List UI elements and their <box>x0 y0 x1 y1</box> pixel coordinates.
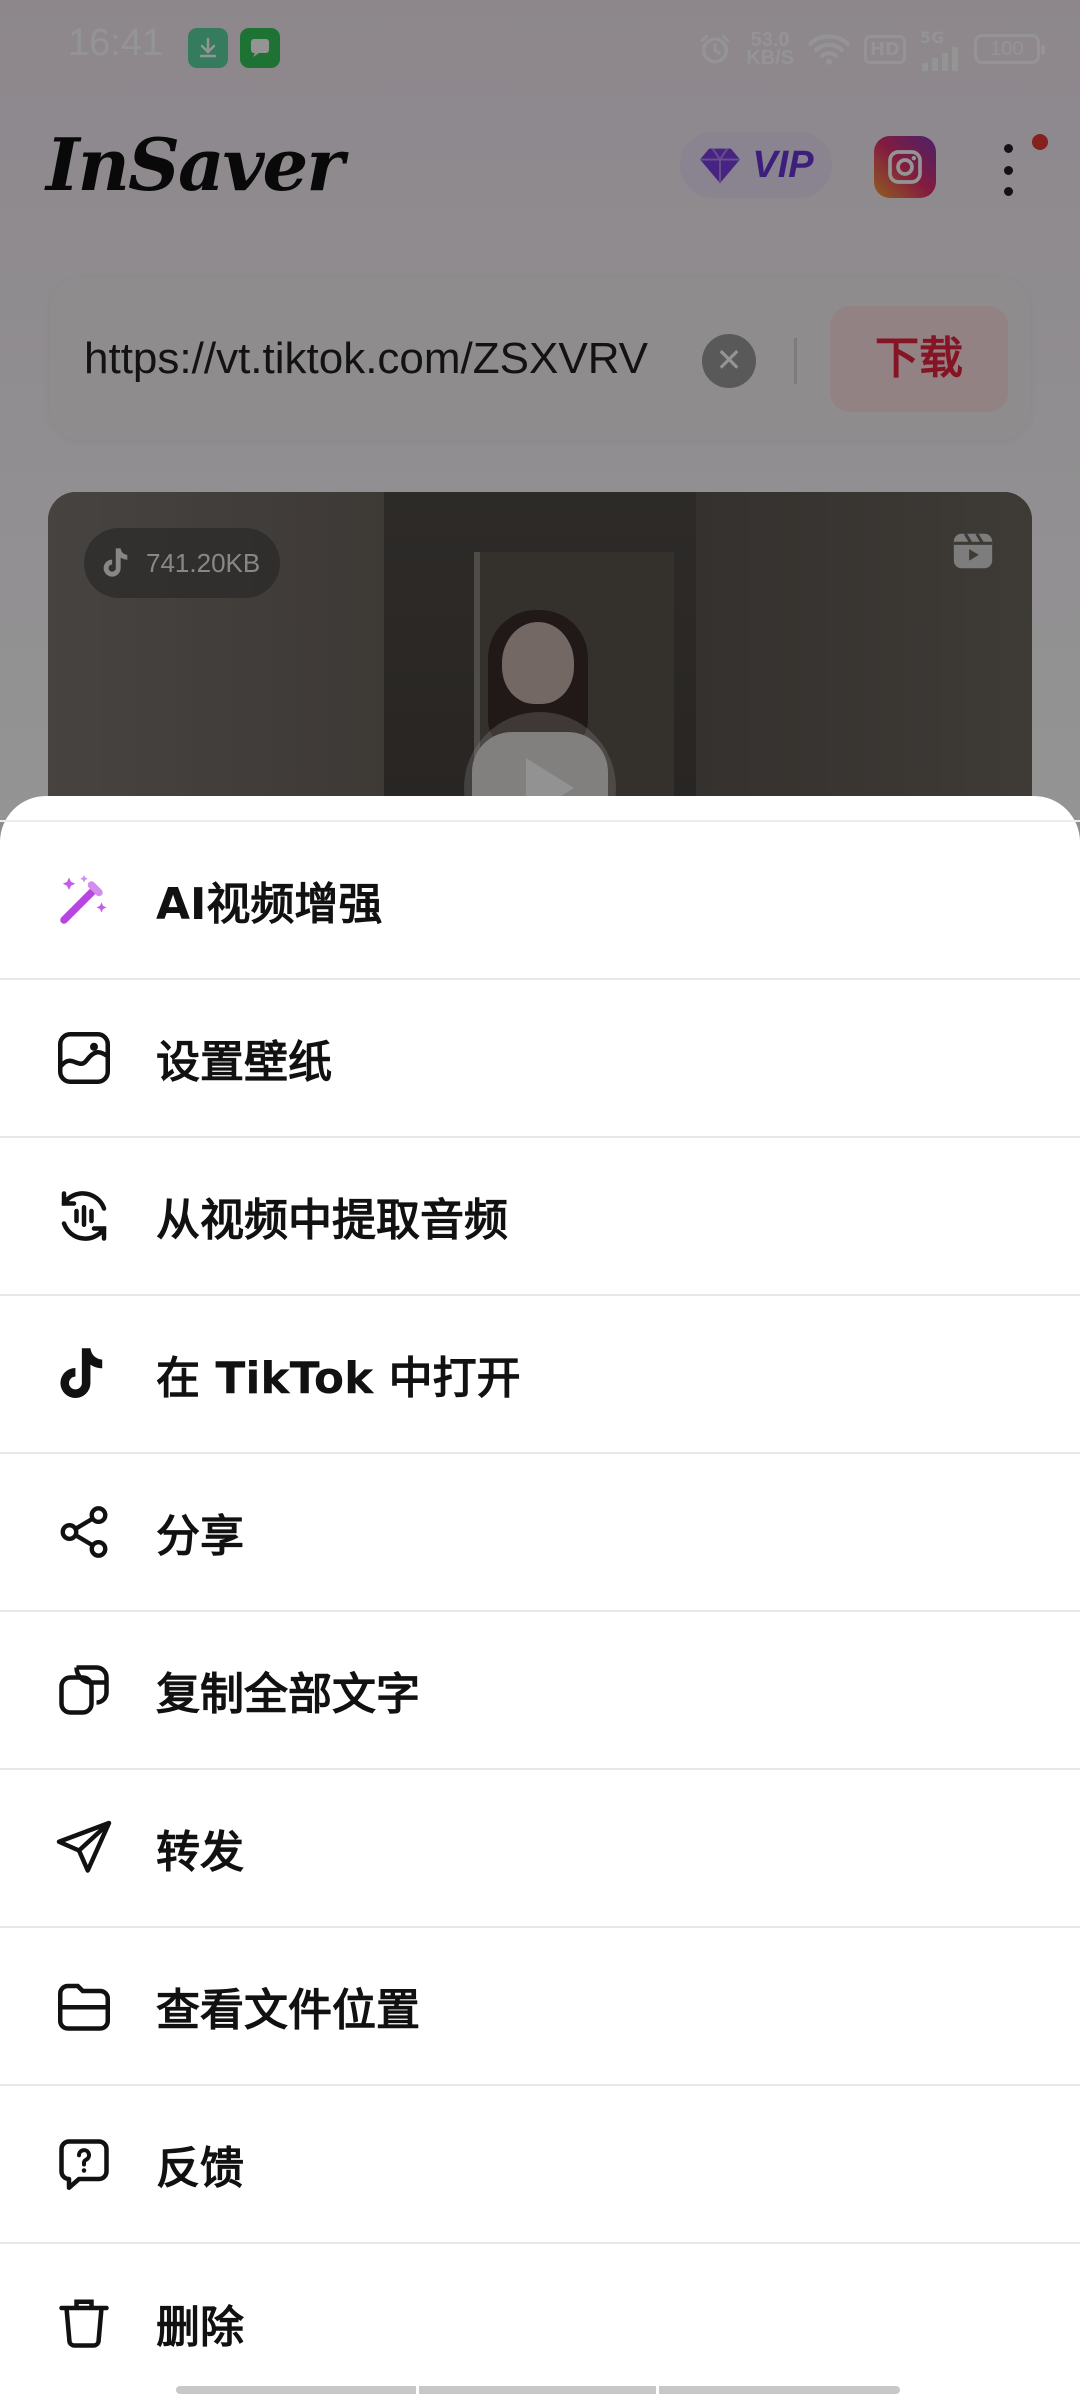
menu-item-delete[interactable]: 删除 <box>0 2244 1080 2400</box>
extract-audio-icon <box>52 1184 116 1248</box>
menu-item-file-location[interactable]: 查看文件位置 <box>0 1928 1080 2086</box>
menu-label: 反馈 <box>156 2143 244 2194</box>
menu-label: 查看文件位置 <box>156 1985 420 2036</box>
wallpaper-icon <box>52 1026 116 1090</box>
action-sheet: AI视频增强 设置壁纸 从视频中提取音频 在 TikTok 中打开 分享 复制全… <box>0 796 1080 2400</box>
tiktok-icon <box>52 1342 116 1406</box>
share-icon <box>52 1500 116 1564</box>
menu-label: 删除 <box>156 2302 244 2353</box>
menu-item-copy-text[interactable]: 复制全部文字 <box>0 1612 1080 1770</box>
menu-label: 转发 <box>156 1827 244 1878</box>
menu-label: 分享 <box>156 1511 244 1562</box>
menu-item-share[interactable]: 分享 <box>0 1454 1080 1612</box>
menu-item-open-tiktok[interactable]: 在 TikTok 中打开 <box>0 1296 1080 1454</box>
menu-item-extract-audio[interactable]: 从视频中提取音频 <box>0 1138 1080 1296</box>
menu-item-ai-enhance[interactable]: AI视频增强 <box>0 822 1080 980</box>
menu-item-set-wallpaper[interactable]: 设置壁纸 <box>0 980 1080 1138</box>
menu-item-feedback[interactable]: 反馈 <box>0 2086 1080 2244</box>
menu-label: AI视频增强 <box>156 879 383 930</box>
menu-label: 在 TikTok 中打开 <box>156 1353 521 1404</box>
magic-wand-icon <box>52 868 116 932</box>
feedback-icon <box>52 2132 116 2196</box>
gesture-nav-bar[interactable] <box>176 2386 900 2394</box>
trash-icon <box>52 2291 116 2355</box>
menu-label: 设置壁纸 <box>156 1037 332 1088</box>
menu-label: 复制全部文字 <box>156 1669 420 1720</box>
menu-item-forward[interactable]: 转发 <box>0 1770 1080 1928</box>
send-icon <box>52 1816 116 1880</box>
screen: 16:41 53.0 KB/S HD 5G 100 InSaver VIP ht… <box>0 0 1080 2400</box>
menu-label: 从视频中提取音频 <box>156 1195 508 1246</box>
copy-icon <box>52 1658 116 1722</box>
folder-icon <box>52 1974 116 2038</box>
